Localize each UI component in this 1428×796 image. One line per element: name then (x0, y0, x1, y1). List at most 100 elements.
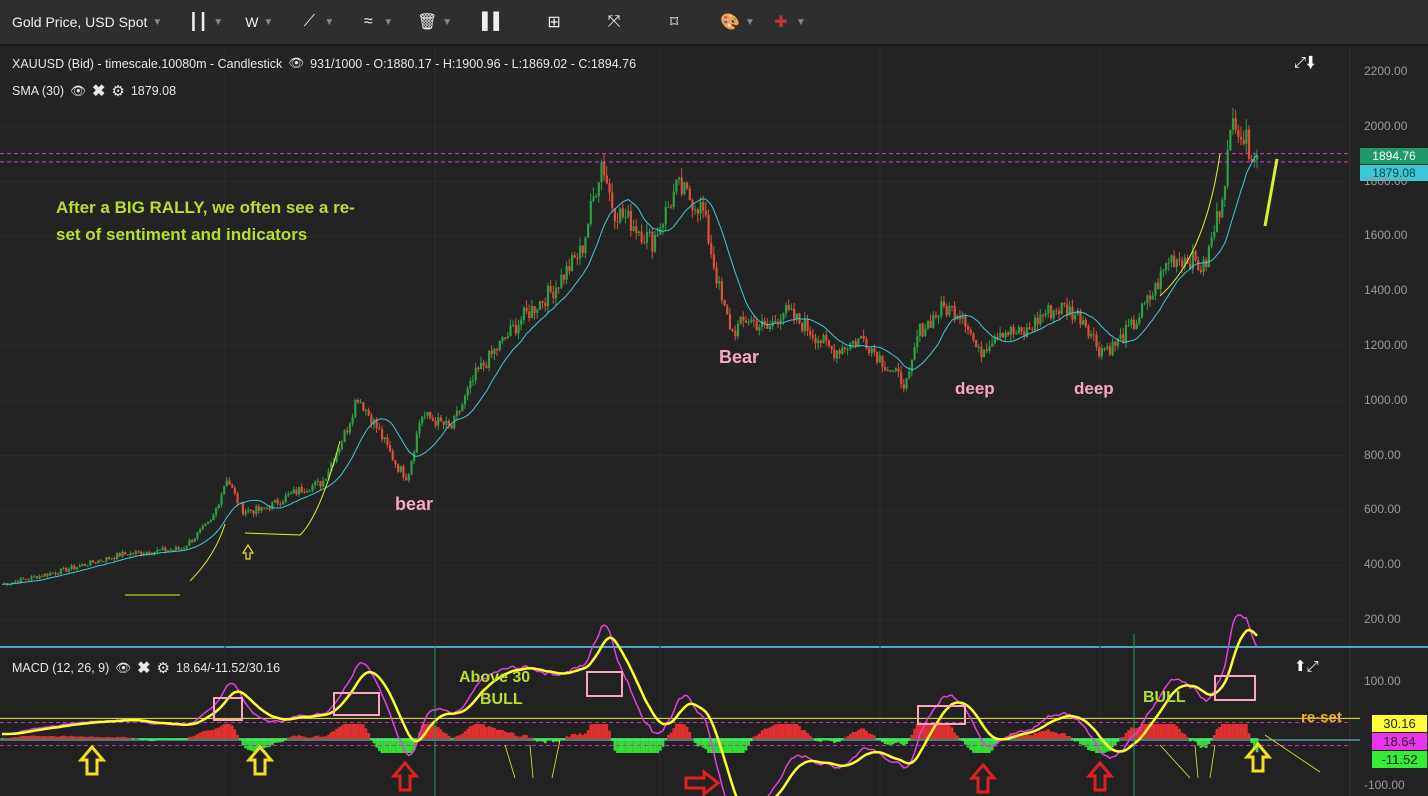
symbol-selector[interactable]: Gold Price, USD Spot ▼ (12, 0, 162, 44)
histogram-bar (798, 726, 801, 739)
candle-body (680, 177, 683, 194)
candle-body (528, 311, 531, 318)
histogram-bar (763, 728, 767, 739)
histogram-bar (56, 736, 60, 739)
candle-body (1020, 327, 1023, 332)
histogram-bar (1220, 724, 1224, 739)
candle-body (322, 480, 325, 487)
candle-body (67, 569, 71, 572)
histogram-bar (43, 735, 47, 739)
candle-body (338, 448, 341, 454)
histogram-bar (675, 724, 678, 739)
gear-icon[interactable]: ⚙ (157, 659, 170, 677)
chart-type-button[interactable]: ┃┃ ▼ (188, 0, 224, 44)
candle-body (707, 215, 710, 244)
histogram-bar (1041, 730, 1045, 739)
eye-icon[interactable]: 👁 (115, 661, 131, 676)
candle-body (426, 412, 429, 416)
candle-body (710, 243, 713, 255)
histogram-bar (97, 736, 100, 739)
histogram-bar (1060, 733, 1064, 739)
candle-body (669, 206, 673, 208)
histogram-bar (953, 732, 957, 739)
candle-body (554, 287, 558, 299)
candle-body (1074, 314, 1077, 320)
candle-body (94, 562, 97, 564)
histogram-bar (297, 735, 301, 739)
candle-body (289, 493, 293, 495)
price-chart[interactable] (0, 46, 1428, 796)
volume-button[interactable]: ▌▌ (482, 0, 505, 44)
candle-body (999, 332, 1002, 338)
candle-body (306, 491, 309, 493)
candle-body (865, 338, 868, 349)
candle-body (249, 509, 253, 511)
candle-body (1143, 303, 1146, 305)
candle-body (364, 409, 368, 411)
candle-body (25, 579, 28, 581)
candle-body (1159, 270, 1162, 290)
candle-body (632, 226, 635, 231)
candle-body (991, 343, 994, 347)
macd-label: MACD (12, 26, 9) (12, 661, 110, 675)
histogram-bar (1186, 736, 1189, 739)
histogram-bar (204, 730, 207, 739)
histogram-bar (1247, 733, 1251, 739)
delete-button[interactable]: 🗑 ▼ (417, 0, 452, 44)
theme-button[interactable]: 🎨 ▼ (720, 0, 755, 44)
fit-button[interactable]: ⌑ (664, 0, 684, 44)
candle-body (166, 550, 170, 552)
candle-body (137, 551, 140, 553)
drawing-tool-button[interactable]: ⟋ ▼ (299, 0, 335, 44)
eye-icon[interactable]: 👁 (70, 84, 86, 99)
histogram-bar (1223, 724, 1227, 739)
histogram-bar (1113, 738, 1117, 746)
gear-icon[interactable]: ⚙ (111, 82, 124, 100)
candle-body (1148, 295, 1152, 300)
candle-body (645, 231, 649, 243)
close-icon[interactable]: ✖ (92, 81, 105, 101)
timeframe-button[interactable]: W ▼ (245, 0, 273, 44)
expand-icon[interactable]: ⤢⬇ (1294, 54, 1315, 71)
candle-body (199, 529, 202, 533)
histogram-bar (110, 737, 114, 739)
histogram-bar (1180, 732, 1184, 739)
histogram-bar (35, 736, 39, 739)
candle-body (177, 547, 180, 550)
fullscreen-icon: ⤧ (607, 13, 621, 30)
fullscreen-button[interactable]: ⤧ (604, 0, 624, 44)
histogram-bar (24, 735, 28, 739)
candle-body (182, 548, 186, 550)
candle-body (225, 480, 228, 487)
candle-body (678, 177, 681, 180)
bear-label: Bear (719, 347, 760, 367)
candle-body (715, 267, 718, 284)
close-icon[interactable]: ✖ (137, 658, 150, 678)
candle-body (172, 549, 175, 551)
candle-body (600, 162, 603, 183)
candle-body (651, 231, 654, 252)
histogram-bar (814, 738, 817, 741)
move-up-icon[interactable]: ⬆⤢ (1294, 657, 1319, 675)
indicator-button[interactable]: ≈ ▼ (358, 0, 393, 44)
y-tick-label: 1600.00 (1364, 228, 1408, 243)
candle-body (231, 484, 234, 488)
histogram-bar (319, 736, 322, 739)
histogram-bar (966, 738, 970, 748)
histogram-bar (22, 735, 25, 739)
candle-body (287, 494, 290, 496)
candle-body (188, 540, 191, 546)
layout-button[interactable]: ⊞ (544, 0, 564, 44)
eye-icon[interactable]: 👁 (288, 56, 304, 71)
histogram-bar (80, 736, 84, 739)
candle-body (867, 348, 871, 354)
histogram-bar (121, 736, 124, 739)
histogram-bar (495, 729, 499, 739)
candle-body (744, 320, 748, 323)
candle-body (1047, 305, 1050, 314)
candle-body (1181, 260, 1184, 267)
candle-body (244, 511, 247, 515)
y-tick-label: 800.00 (1364, 447, 1401, 462)
language-button[interactable]: ✚ ▼ (771, 0, 806, 44)
histogram-bar (292, 735, 296, 739)
